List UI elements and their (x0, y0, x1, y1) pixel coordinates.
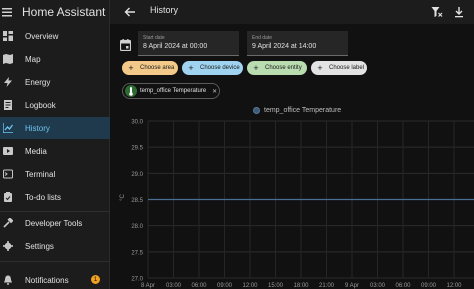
y-tick-label: 27.5 (131, 250, 143, 256)
sidebar-item-label: Media (25, 146, 47, 156)
page-title: History (150, 5, 179, 15)
choose-area-label: Choose area (140, 65, 175, 71)
choose-entity-label: Choose entity (265, 65, 302, 71)
media-icon (2, 145, 14, 157)
x-tick-label: 06:00 (191, 283, 207, 289)
x-tick-label: 06:00 (395, 283, 411, 289)
app-title: Home Assistant (22, 5, 106, 19)
sidebar-item-overview[interactable]: Overview (0, 25, 110, 47)
x-tick-label: 21:00 (319, 283, 335, 289)
x-tick-label: 03:00 (166, 283, 182, 289)
sidebar-divider (0, 261, 110, 262)
sidebar-item-label: To-do lists (25, 192, 62, 202)
x-tick-label: 12:00 (446, 283, 462, 289)
map-icon (2, 53, 14, 65)
selected-entity-label: temp_office Temperature (140, 88, 207, 94)
logbook-icon (2, 99, 14, 111)
end-date-caption: End date (252, 35, 273, 41)
history-chart[interactable]: 30.0 29.5 29.0 28.5 28.0 27.5 27.08 Apr 03:00 06… (110, 110, 474, 289)
end-date-field[interactable]: End date 9 April 2024 at 14:00 (247, 31, 348, 56)
plus-icon: + (128, 63, 134, 73)
plus-icon: + (317, 63, 323, 73)
sidebar-item-terminal[interactable]: Terminal (0, 163, 110, 185)
sidebar: Home Assistant Overview Map Energy Logbo… (0, 0, 110, 289)
choose-entity-button[interactable]: + Choose entity (247, 61, 307, 75)
x-tick-label: 18:00 (293, 283, 309, 289)
back-arrow-icon[interactable] (124, 5, 136, 17)
y-tick-label: 27.0 (131, 277, 143, 283)
x-tick-label: 9 Apr (345, 283, 359, 289)
sidebar-item-settings[interactable]: Settings (0, 235, 110, 257)
y-axis-label: °C (120, 193, 126, 200)
hammer-icon (2, 217, 14, 229)
filter-remove-icon[interactable] (431, 5, 443, 17)
x-tick-label: 8 Apr (141, 283, 155, 289)
y-tick-label: 29.0 (131, 172, 143, 178)
sidebar-item-logbook[interactable]: Logbook (0, 94, 110, 116)
sidebar-item-label: Map (25, 54, 41, 64)
clipboard-icon (2, 191, 14, 203)
start-date-value: 8 April 2024 at 00:00 (143, 43, 208, 50)
plus-icon: + (188, 63, 194, 73)
end-date-value: 9 April 2024 at 14:00 (252, 43, 317, 50)
start-date-caption: Start date (143, 35, 165, 41)
sidebar-item-notifications[interactable]: Notifications 1 (0, 269, 110, 289)
notification-badge: 1 (91, 275, 100, 284)
sidebar-item-label: Developer Tools (25, 218, 83, 228)
choose-label-label: Choose label (329, 65, 365, 71)
selected-entity-chip[interactable]: temp_office Temperature ✕ (122, 83, 220, 99)
sidebar-item-label: Settings (25, 241, 54, 251)
sidebar-item-history[interactable]: History (0, 117, 110, 139)
sidebar-item-label: History (25, 123, 50, 133)
y-tick-label: 28.5 (131, 198, 143, 204)
sidebar-item-label: Logbook (25, 100, 56, 110)
x-tick-label: 15:00 (268, 283, 284, 289)
plus-icon: + (253, 63, 259, 73)
x-tick-label: 09:00 (217, 283, 233, 289)
sidebar-item-todo-lists[interactable]: To-do lists (0, 186, 110, 208)
x-tick-label: 09:00 (421, 283, 437, 289)
sidebar-item-energy[interactable]: Energy (0, 71, 110, 93)
choose-device-button[interactable]: + Choose device (182, 61, 243, 75)
chart-icon (2, 122, 14, 134)
start-date-field[interactable]: Start date 8 April 2024 at 00:00 (138, 31, 239, 56)
x-tick-label: 03:00 (370, 283, 386, 289)
sidebar-item-developer-tools[interactable]: Developer Tools (0, 212, 110, 234)
calendar-icon[interactable] (119, 38, 132, 52)
menu-icon[interactable] (2, 6, 12, 18)
sidebar-item-label: Notifications (25, 275, 69, 285)
y-tick-label: 28.0 (131, 224, 143, 230)
y-tick-label: 30.0 (131, 120, 143, 126)
sidebar-item-label: Energy (25, 77, 51, 87)
top-bar: History (110, 0, 474, 24)
lightning-icon (2, 76, 14, 88)
choose-device-label: Choose device (200, 65, 240, 71)
gear-icon (2, 240, 14, 252)
y-tick-label: 29.5 (131, 146, 143, 152)
remove-entity-icon[interactable]: ✕ (212, 88, 217, 95)
sidebar-item-label: Terminal (25, 169, 56, 179)
choose-area-button[interactable]: + Choose area (122, 61, 178, 75)
x-tick-label: 12:00 (242, 283, 258, 289)
sidebar-item-media[interactable]: Media (0, 140, 110, 162)
bell-icon (2, 274, 14, 286)
home-assistant-app: Home Assistant Overview Map Energy Logbo… (0, 0, 474, 289)
download-icon[interactable] (453, 5, 465, 18)
sidebar-item-map[interactable]: Map (0, 48, 110, 70)
terminal-icon (2, 168, 14, 180)
thermometer-icon (125, 85, 137, 97)
choose-label-button[interactable]: + Choose label (311, 61, 367, 75)
sidebar-header: Home Assistant (0, 0, 109, 24)
grid-icon (2, 30, 14, 42)
sidebar-item-label: Overview (25, 31, 59, 41)
